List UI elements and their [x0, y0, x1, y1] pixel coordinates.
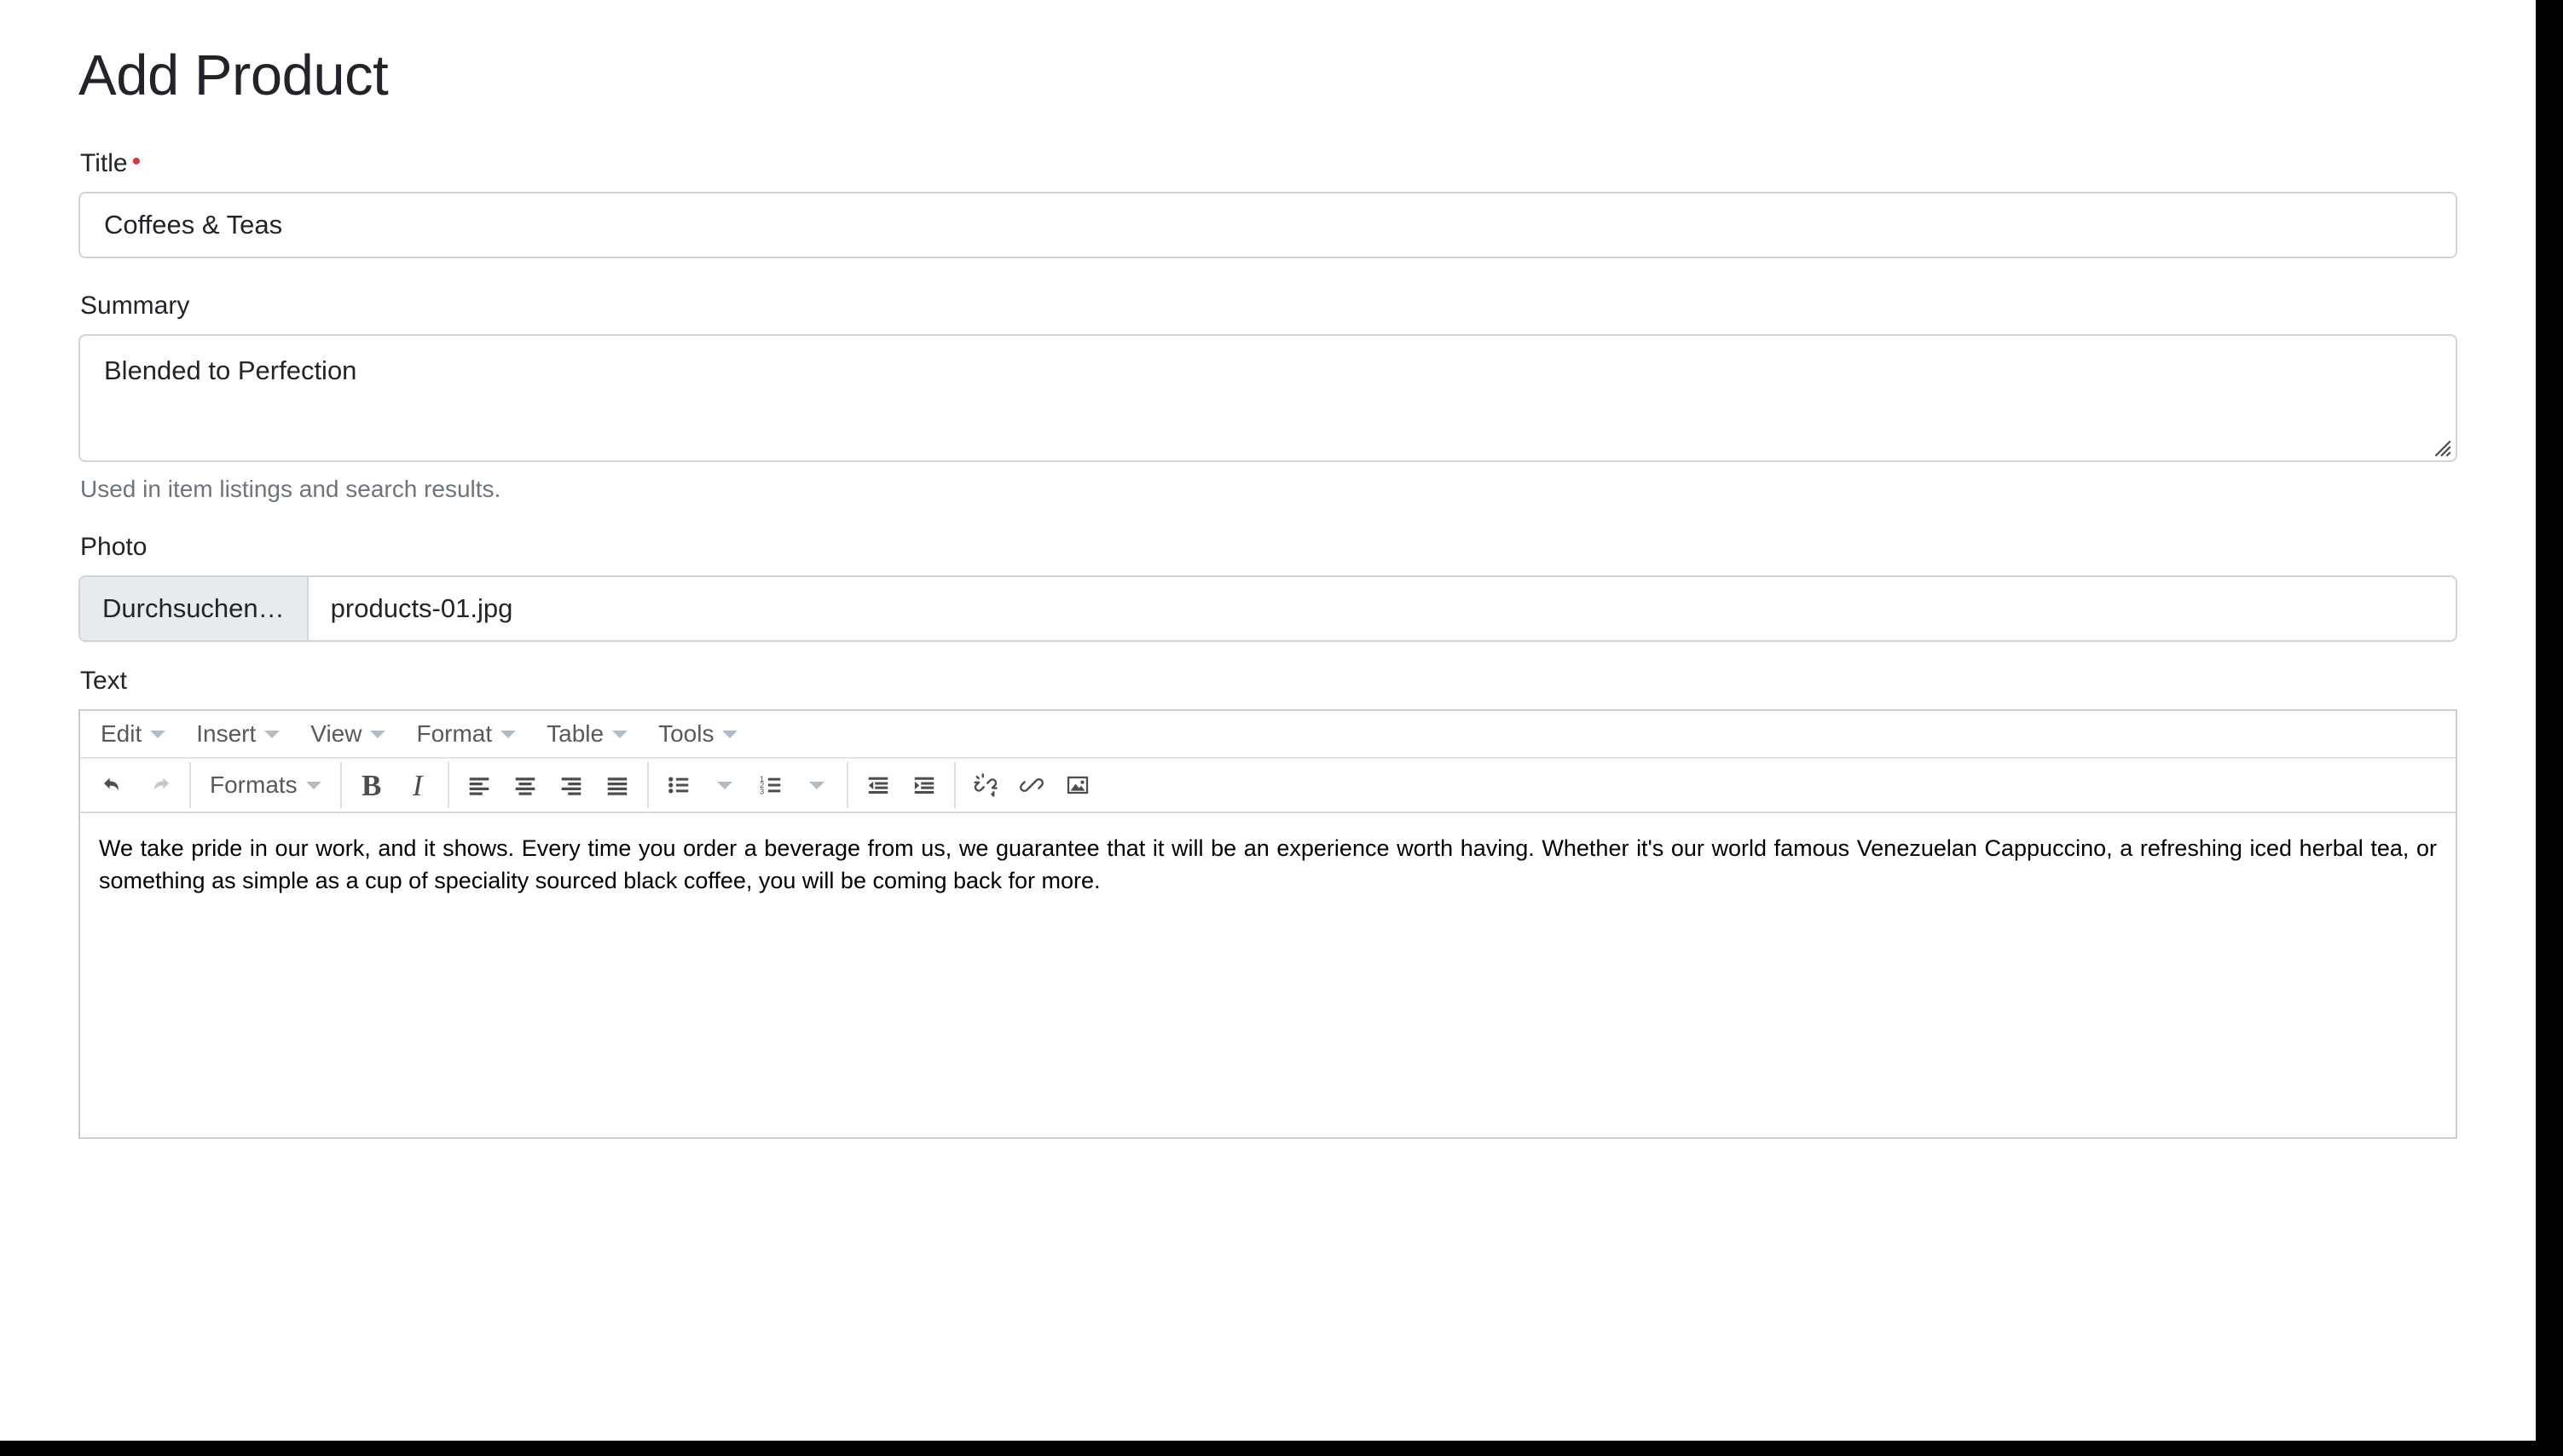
- toolbar-group-formats: Formats: [191, 762, 342, 809]
- rich-text-editor: Edit Insert View Format Table Tools Form…: [78, 709, 2457, 1140]
- image-icon: [1067, 776, 1088, 794]
- summary-field-group: Summary Used in item listings and search…: [78, 289, 2457, 505]
- menu-tools[interactable]: Tools: [643, 715, 753, 753]
- bold-button[interactable]: B: [349, 764, 395, 806]
- toolbar-group-style: B I: [342, 762, 449, 809]
- unlink-button[interactable]: [963, 764, 1009, 806]
- numbered-list-icon: 1 2 3: [760, 775, 780, 795]
- svg-text:3: 3: [760, 787, 764, 795]
- italic-button[interactable]: I: [395, 764, 441, 806]
- chevron-down-icon: [716, 781, 732, 789]
- toolbar-group-lists: 1 2 3: [649, 762, 848, 809]
- browse-button[interactable]: Durchsuchen…: [80, 577, 309, 641]
- summary-textarea[interactable]: [78, 333, 2457, 462]
- align-left-button[interactable]: [456, 764, 502, 806]
- toolbar-group-indent: [848, 762, 956, 809]
- menu-view-label: View: [310, 720, 362, 748]
- menu-insert-label: Insert: [196, 720, 257, 748]
- photo-field-group: Photo Durchsuchen… products-01.jpg: [78, 530, 2457, 643]
- align-left-icon: [469, 777, 489, 795]
- photo-file-input[interactable]: Durchsuchen… products-01.jpg: [78, 575, 2457, 643]
- editor-menubar: Edit Insert View Format Table Tools: [80, 711, 2456, 760]
- link-button[interactable]: [1009, 764, 1055, 806]
- formats-label: Formats: [210, 771, 298, 799]
- title-field-group: Title •: [78, 147, 2457, 258]
- align-justify-icon: [607, 777, 627, 795]
- link-icon: [1019, 778, 1044, 793]
- toolbar-group-insert: [956, 762, 1108, 808]
- align-center-button[interactable]: [502, 764, 548, 806]
- chevron-down-icon: [722, 730, 738, 738]
- editor-toolbar: Formats B I 1 2 3: [80, 759, 2456, 814]
- outdent-icon: [868, 777, 888, 794]
- menu-view[interactable]: View: [295, 715, 401, 753]
- bullet-list-dropdown[interactable]: [702, 764, 748, 806]
- selected-file-name: products-01.jpg: [330, 593, 513, 624]
- text-label: Text: [80, 667, 128, 696]
- indent-icon: [914, 777, 934, 794]
- browser-viewport: Add Product Title• Summary: [0, 0, 2536, 1441]
- indent-button[interactable]: [901, 764, 947, 806]
- undo-icon: [104, 777, 119, 791]
- align-justify-button[interactable]: [594, 764, 640, 806]
- menu-edit-label: Edit: [101, 720, 142, 748]
- redo-button[interactable]: [136, 764, 182, 806]
- insert-image-button[interactable]: [1055, 764, 1101, 806]
- chevron-down-icon: [612, 730, 628, 738]
- chevron-down-icon: [370, 730, 386, 738]
- bold-icon: B: [362, 768, 382, 802]
- bullet-list-button[interactable]: [656, 764, 702, 806]
- menu-edit[interactable]: Edit: [85, 715, 181, 753]
- menu-format-label: Format: [416, 720, 493, 748]
- menu-table-label: Table: [547, 720, 605, 748]
- numbered-list-button[interactable]: 1 2 3: [748, 764, 794, 806]
- title-input[interactable]: [78, 191, 2457, 258]
- editor-paragraph: We take pride in our work, and it shows.…: [99, 835, 2437, 894]
- summary-textarea-wrap: [78, 333, 2457, 462]
- align-right-icon: [561, 777, 581, 795]
- summary-help-text: Used in item listings and search results…: [80, 475, 501, 502]
- undo-button[interactable]: [90, 764, 136, 806]
- summary-label: Summary: [80, 291, 190, 320]
- bullet-list-icon: [668, 777, 688, 794]
- chevron-down-icon: [305, 781, 321, 789]
- page-title: Add Product: [78, 43, 389, 107]
- add-product-form: Add Product Title• Summary: [0, 0, 2536, 1140]
- title-label-text: Title: [80, 148, 128, 177]
- menu-table[interactable]: Table: [531, 715, 643, 753]
- align-center-icon: [515, 777, 535, 795]
- toolbar-group-align: [449, 762, 649, 809]
- italic-icon: I: [412, 768, 423, 802]
- chevron-down-icon: [150, 730, 166, 738]
- photo-label: Photo: [80, 533, 148, 562]
- menu-tools-label: Tools: [658, 720, 715, 748]
- formats-dropdown[interactable]: Formats: [198, 764, 333, 806]
- menu-insert[interactable]: Insert: [181, 715, 295, 753]
- align-right-button[interactable]: [548, 764, 594, 806]
- editor-content-area[interactable]: We take pride in our work, and it shows.…: [80, 813, 2456, 1138]
- menu-format[interactable]: Format: [401, 715, 531, 753]
- outdent-button[interactable]: [855, 764, 901, 806]
- redo-icon: [154, 777, 169, 791]
- toolbar-group-history: [84, 762, 191, 809]
- required-indicator-icon: •: [131, 147, 142, 176]
- unlink-icon: [974, 773, 998, 797]
- chevron-down-icon: [808, 781, 824, 789]
- chevron-down-icon: [264, 730, 281, 738]
- text-field-group: Text Edit Insert View Format Table Tools…: [78, 664, 2457, 1140]
- title-label: Title •: [80, 147, 2457, 180]
- chevron-down-icon: [500, 730, 517, 738]
- numbered-list-dropdown[interactable]: [794, 764, 840, 806]
